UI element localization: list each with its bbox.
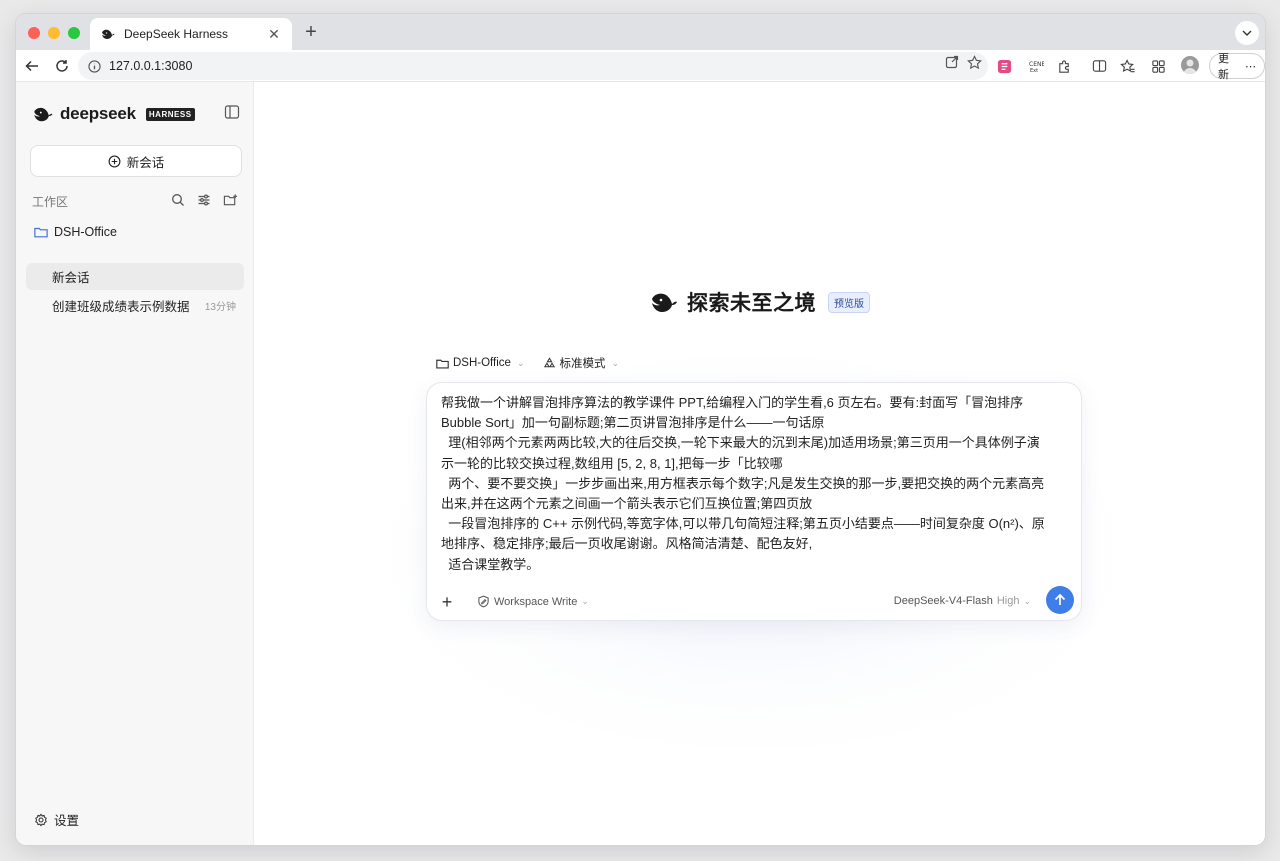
prompt-textarea[interactable]: 帮我做一个讲解冒泡排序算法的教学课件 PPT,给编程入门的学生看,6 页左右。要… bbox=[441, 393, 1071, 575]
mode-dropdown[interactable]: 标准模式 ⌄ bbox=[543, 355, 620, 371]
back-button[interactable] bbox=[20, 54, 44, 78]
extension-pink-icon[interactable] bbox=[992, 54, 1016, 78]
settings-button[interactable]: 设置 bbox=[34, 810, 79, 829]
new-chat-label: 新会话 bbox=[126, 155, 165, 170]
bookmark-star-icon[interactable] bbox=[967, 55, 982, 75]
model-name: DeepSeek-V4-Flash bbox=[893, 595, 993, 607]
folder-icon bbox=[436, 359, 449, 369]
prompt-composer: 帮我做一个讲解冒泡排序算法的教学课件 PPT,给编程入门的学生看,6 页左右。要… bbox=[426, 382, 1082, 621]
workspace-tools bbox=[170, 192, 238, 208]
info-icon[interactable] bbox=[88, 59, 101, 73]
open-in-app-icon[interactable] bbox=[945, 55, 959, 75]
split-view-icon[interactable] bbox=[1087, 54, 1111, 78]
hero-heading: 探索未至之境 预览版 bbox=[254, 287, 1265, 317]
chevron-down-icon: ⌄ bbox=[581, 596, 589, 606]
hero-title: 探索未至之境 bbox=[687, 292, 816, 315]
browser-window: DeepSeek Harness ✕ + 127.0.0.1:3080 CENE… bbox=[16, 14, 1265, 845]
browser-tab[interactable]: DeepSeek Harness ✕ bbox=[90, 18, 292, 50]
brand-name: deepseek bbox=[60, 104, 136, 123]
conversation-item[interactable]: 新会话 bbox=[26, 263, 244, 290]
collapse-sidebar-icon[interactable] bbox=[224, 104, 242, 122]
favorites-icon[interactable] bbox=[1116, 54, 1140, 78]
update-button[interactable]: 更新 ⋯ bbox=[1209, 53, 1265, 81]
deepseek-whale-icon bbox=[100, 26, 116, 42]
workspace-label: 工作区 bbox=[32, 195, 69, 209]
workspace-dropdown-label: DSH-Office bbox=[453, 357, 511, 369]
recycle-mode-icon bbox=[543, 356, 555, 367]
conversation-title: 创建班级成绩表示例数据 bbox=[52, 300, 190, 314]
svg-text:CENE: CENE bbox=[1029, 61, 1044, 68]
address-bar[interactable]: 127.0.0.1:3080 bbox=[78, 52, 988, 80]
settings-label: 设置 bbox=[54, 814, 80, 828]
extensions-puzzle-icon[interactable] bbox=[1052, 54, 1076, 78]
plus-circle-icon bbox=[108, 155, 121, 167]
main-panel: 探索未至之境 预览版 DSH-Office ⌄ 标准模式 ⌄ 帮我做一个讲解冒泡… bbox=[254, 82, 1265, 845]
new-tab-button[interactable]: + bbox=[300, 21, 322, 43]
arrow-up-icon bbox=[1054, 593, 1066, 605]
shield-edit-icon bbox=[478, 595, 489, 608]
chevron-down-icon: ⌄ bbox=[516, 357, 525, 368]
attach-plus-button[interactable]: + bbox=[435, 590, 459, 614]
gear-icon bbox=[35, 812, 47, 827]
chevron-down-icon: ⌄ bbox=[1023, 595, 1031, 606]
chevron-down-icon bbox=[1242, 30, 1252, 36]
permission-label: Workspace Write bbox=[494, 595, 578, 608]
collections-icon[interactable] bbox=[1146, 54, 1170, 78]
mode-dropdown-label: 标准模式 bbox=[559, 358, 606, 370]
new-folder-icon[interactable] bbox=[222, 192, 238, 208]
model-dropdown[interactable]: DeepSeek-V4-Flash High ⌄ bbox=[894, 595, 1031, 607]
extension-text-icon[interactable]: CENE Ext bbox=[1024, 54, 1048, 78]
url-text: 127.0.0.1:3080 bbox=[109, 59, 193, 73]
filter-sliders-icon[interactable] bbox=[196, 192, 212, 208]
close-window-button[interactable] bbox=[28, 27, 40, 39]
deepseek-whale-icon bbox=[34, 107, 53, 122]
workspace-folder[interactable]: DSH-Office bbox=[34, 225, 117, 239]
minimize-window-button[interactable] bbox=[48, 27, 60, 39]
new-chat-button[interactable]: 新会话 bbox=[30, 145, 242, 177]
sidebar: deepseek HARNESS 新会话 工作区 DSH-Office 新会话 … bbox=[16, 82, 254, 845]
svg-text:Ext: Ext bbox=[1030, 68, 1038, 73]
preview-badge: 预览版 bbox=[828, 291, 870, 313]
arrow-left-icon bbox=[25, 60, 38, 72]
tab-strip: DeepSeek Harness ✕ + bbox=[16, 14, 1265, 50]
send-button[interactable] bbox=[1046, 586, 1074, 614]
more-options-icon: ⋯ bbox=[1245, 60, 1256, 73]
reload-icon bbox=[56, 60, 68, 72]
search-icon[interactable] bbox=[170, 192, 186, 208]
tab-search-button[interactable] bbox=[1235, 21, 1259, 45]
browser-toolbar: 127.0.0.1:3080 CENE Ext 更新 ⋯ bbox=[16, 50, 1265, 82]
model-level: High bbox=[996, 595, 1020, 607]
permission-dropdown[interactable]: Workspace Write ⌄ bbox=[477, 595, 589, 608]
deepseek-whale-icon bbox=[652, 293, 677, 312]
update-label: 更新 bbox=[1218, 53, 1229, 81]
brand-badge: HARNESS bbox=[145, 107, 195, 121]
zoom-window-button[interactable] bbox=[68, 27, 80, 39]
close-tab-icon[interactable]: ✕ bbox=[266, 26, 282, 43]
workspace-dropdown[interactable]: DSH-Office ⌄ bbox=[436, 355, 525, 371]
chevron-down-icon: ⌄ bbox=[611, 357, 620, 368]
profile-avatar[interactable] bbox=[1181, 56, 1199, 74]
folder-name: DSH-Office bbox=[54, 225, 117, 239]
tab-title: DeepSeek Harness bbox=[124, 27, 229, 41]
folder-icon bbox=[34, 227, 48, 238]
context-selectors: DSH-Office ⌄ 标准模式 ⌄ bbox=[436, 355, 619, 371]
brand-logo: deepseek HARNESS bbox=[32, 104, 195, 124]
conversation-time: 13分钟 bbox=[204, 302, 236, 313]
conversation-title: 新会话 bbox=[52, 271, 90, 285]
conversation-item[interactable]: 创建班级成绩表示例数据 13分钟 bbox=[26, 292, 244, 319]
reload-button[interactable] bbox=[50, 54, 74, 78]
